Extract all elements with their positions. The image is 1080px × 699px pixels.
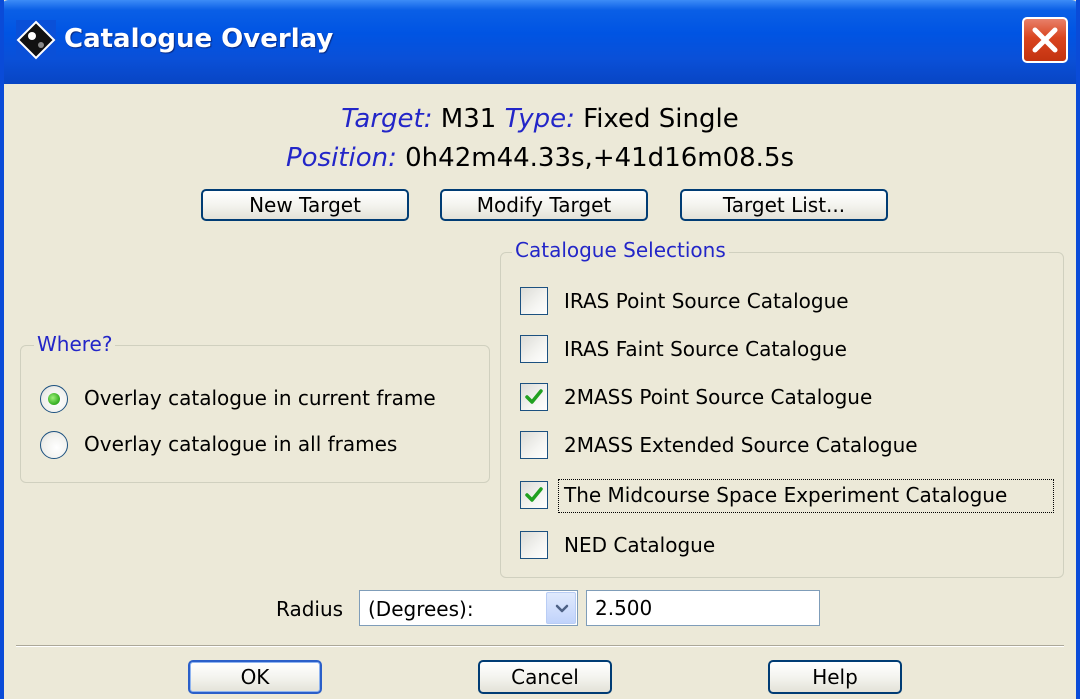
chevron-down-icon	[555, 604, 569, 613]
catalogue-midcourse-space-experiment-label[interactable]: The Midcourse Space Experiment Catalogue	[564, 483, 1007, 507]
checkbox-midcourse-space-experiment[interactable]	[520, 481, 548, 509]
checkmark-icon	[525, 389, 543, 404]
option-all-frames-label[interactable]: Overlay catalogue in all frames	[84, 432, 397, 456]
target-list-button[interactable]: Target List...	[680, 189, 888, 221]
radius-unit-select[interactable]: (Degrees):	[359, 590, 578, 626]
target-label: Target:	[341, 104, 433, 134]
close-button[interactable]	[1022, 17, 1068, 63]
checkbox-iras-faint-source[interactable]	[520, 335, 548, 363]
radio-current-frame[interactable]	[40, 385, 68, 413]
checkbox-ned[interactable]	[520, 531, 548, 559]
window-title: Catalogue Overlay	[64, 24, 334, 54]
position-value: 0h42m44.33s,+41d16m08.5s	[405, 143, 795, 173]
catalogue-iras-point-source-label[interactable]: IRAS Point Source Catalogue	[564, 289, 849, 313]
position-label: Position:	[285, 143, 397, 173]
modify-target-button[interactable]: Modify Target	[440, 189, 648, 221]
where-group	[20, 345, 490, 483]
position-info-line: Position: 0h42m44.33s,+41d16m08.5s	[4, 143, 1076, 173]
checkmark-icon	[525, 487, 543, 502]
checkbox-iras-point-source[interactable]	[520, 287, 548, 315]
catalogue-iras-faint-source-label[interactable]: IRAS Faint Source Catalogue	[564, 337, 847, 361]
type-label: Type:	[504, 104, 575, 134]
checkbox-2mass-extended-source[interactable]	[520, 431, 548, 459]
new-target-button[interactable]: New Target	[201, 189, 409, 221]
help-button[interactable]: Help	[768, 660, 902, 694]
footer-separator	[16, 645, 1064, 647]
radius-unit-selected: (Degrees):	[368, 597, 474, 621]
catalogue-selections-title: Catalogue Selections	[512, 238, 729, 262]
target-info-line: Target: M31 Type: Fixed Single	[4, 104, 1076, 134]
radio-selected-dot	[48, 393, 60, 405]
catalogue-2mass-point-source-label[interactable]: 2MASS Point Source Catalogue	[564, 385, 872, 409]
radius-label: Radius	[276, 597, 344, 621]
where-group-title: Where?	[34, 332, 116, 356]
catalogue-2mass-extended-source-label[interactable]: 2MASS Extended Source Catalogue	[564, 433, 918, 457]
cancel-button[interactable]: Cancel	[478, 660, 612, 694]
type-value: Fixed Single	[583, 104, 739, 134]
option-current-frame-label[interactable]: Overlay catalogue in current frame	[84, 386, 436, 410]
close-icon	[1032, 27, 1058, 53]
radius-value-input[interactable]	[587, 591, 819, 625]
catalogue-overlay-dialog: Catalogue Overlay Target: M31 Type: Fixe…	[0, 0, 1080, 699]
radius-value-field[interactable]	[586, 590, 820, 626]
catalogue-ned-label[interactable]: NED Catalogue	[564, 533, 715, 557]
ok-button[interactable]: OK	[188, 660, 322, 694]
dropdown-button[interactable]	[546, 592, 576, 624]
radio-all-frames[interactable]	[40, 431, 68, 459]
app-diamond-icon	[16, 20, 56, 60]
checkbox-2mass-point-source[interactable]	[520, 383, 548, 411]
title-bar[interactable]: Catalogue Overlay	[4, 0, 1076, 84]
target-value: M31	[440, 104, 497, 134]
